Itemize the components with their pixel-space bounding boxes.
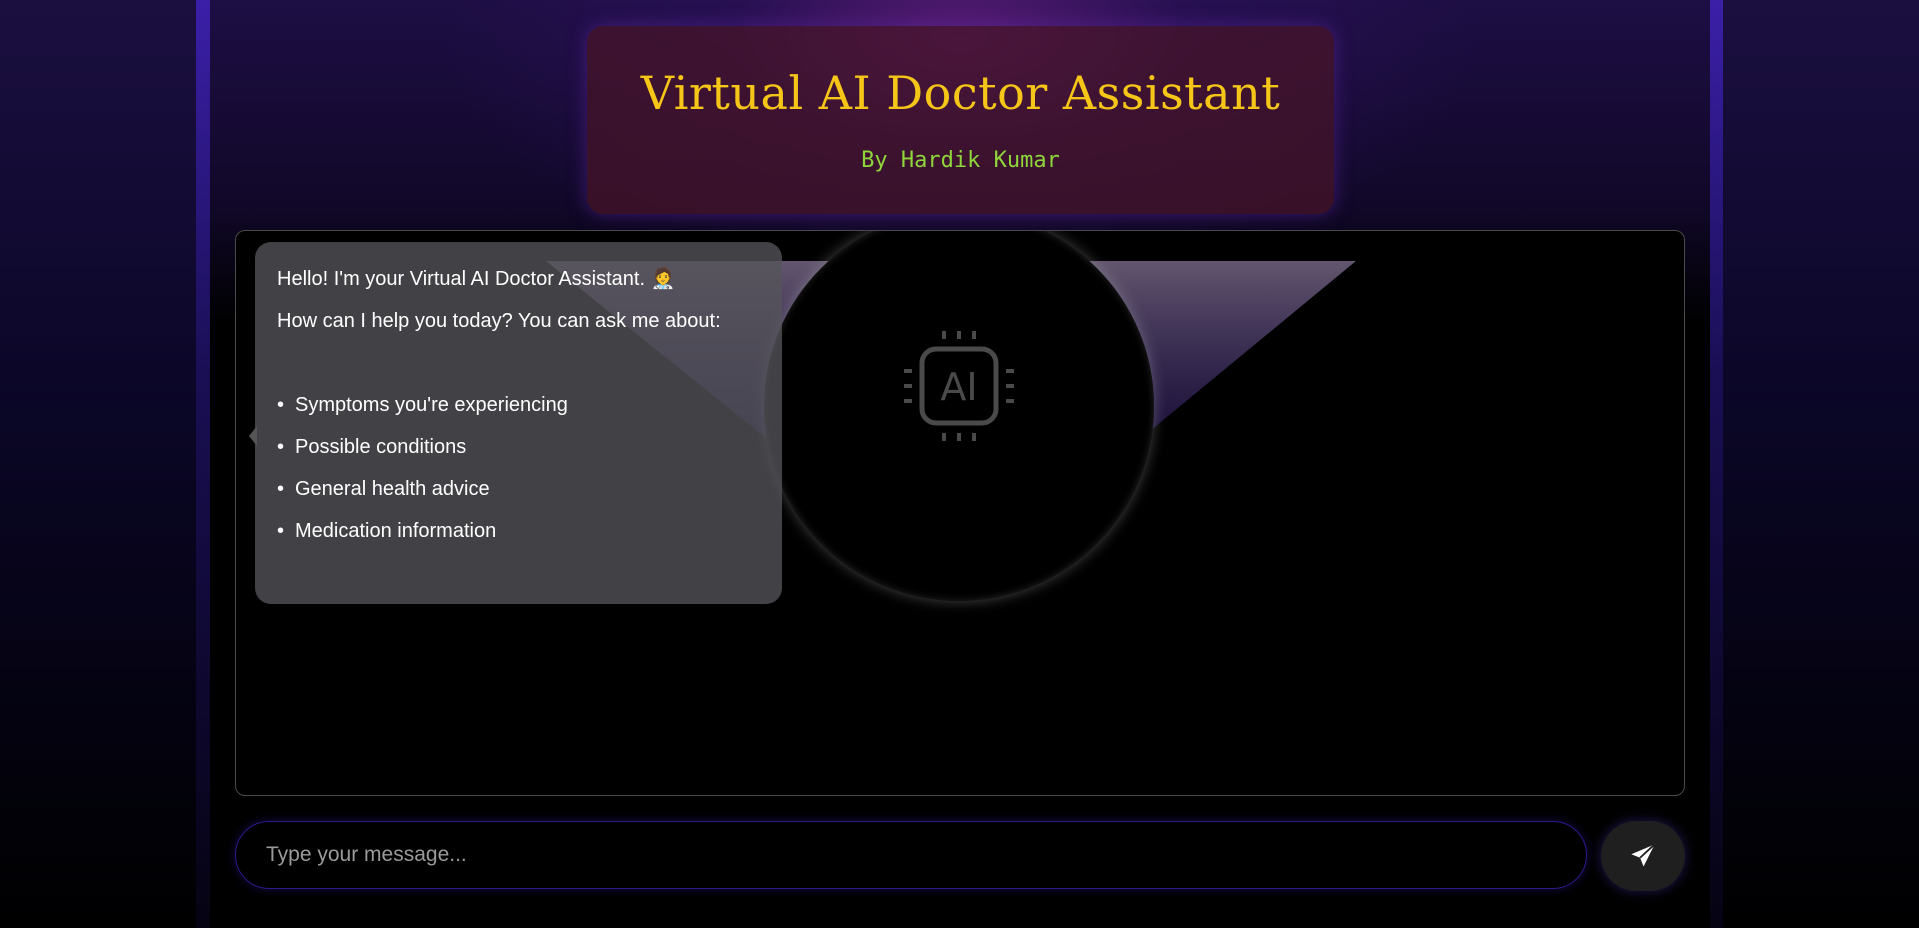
bubble-pointer (249, 426, 257, 446)
right-gutter (1709, 0, 1919, 928)
bullet-icon: • (277, 436, 285, 458)
paper-plane-icon (1631, 843, 1656, 867)
topic-label: Possible conditions (295, 436, 467, 458)
ai-badge: AI (764, 231, 1154, 601)
chat-window[interactable]: AI Hello! I'm your Virtual AI Doctor Ass… (235, 230, 1685, 796)
bullet-icon: • (277, 478, 285, 500)
header-card: Virtual AI Doctor Assistant By Hardik Ku… (587, 26, 1334, 214)
topic-label: Symptoms you're experiencing (295, 394, 568, 416)
bullet-icon: • (277, 520, 285, 542)
topic-label: Medication information (295, 520, 497, 542)
bot-message: Hello! I'm your Virtual AI Doctor Assist… (249, 242, 782, 604)
bot-prompt: How can I help you today? You can ask me… (277, 310, 721, 332)
list-item: • Medication information (277, 520, 760, 542)
bot-greeting: Hello! I'm your Virtual AI Doctor Assist… (277, 268, 676, 290)
left-gutter (0, 0, 210, 928)
send-button[interactable] (1601, 821, 1685, 891)
ai-badge-label: AI (940, 365, 977, 409)
list-item: • Possible conditions (277, 436, 760, 458)
bullet-icon: • (277, 394, 285, 416)
list-item: • Symptoms you're experiencing (277, 394, 760, 416)
app-title: Virtual AI Doctor Assistant (640, 66, 1281, 120)
message-input[interactable] (235, 821, 1587, 889)
app-subtitle: By Hardik Kumar (861, 148, 1060, 173)
topic-label: General health advice (295, 478, 490, 500)
topic-list: • Symptoms you're experiencing • Possible … (277, 394, 760, 542)
list-item: • General health advice (277, 478, 760, 500)
ai-chip-icon: AI (904, 331, 1014, 441)
